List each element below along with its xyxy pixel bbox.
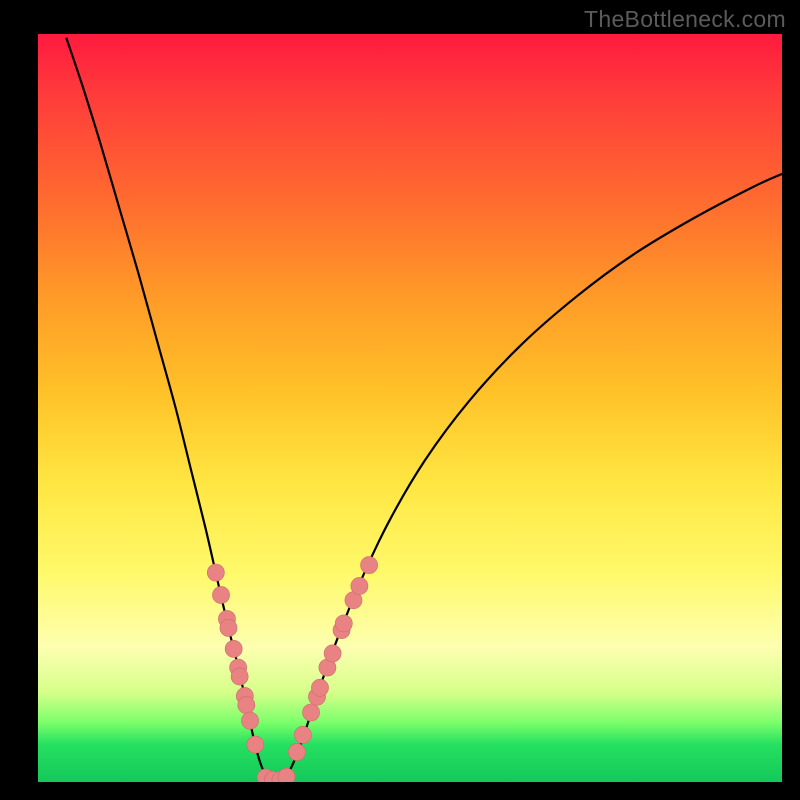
chart-stage: { "watermark": "TheBottleneck.com", "pan… (0, 0, 800, 800)
data-point-left (207, 564, 224, 581)
data-point-left (238, 696, 255, 713)
data-point-left (231, 668, 248, 685)
data-point-right (311, 679, 328, 696)
chart-svg (38, 34, 782, 782)
data-point-left (247, 736, 264, 753)
data-point-right (288, 744, 305, 761)
data-point-left (241, 712, 258, 729)
data-point-left (225, 640, 242, 657)
bottleneck-curve (66, 38, 782, 781)
data-point-right (324, 645, 341, 662)
data-point-left (212, 586, 229, 603)
data-point-right (294, 726, 311, 743)
watermark-label: TheBottleneck.com (584, 6, 786, 33)
data-point-right (351, 577, 368, 594)
data-point-right (361, 557, 378, 574)
data-point-bottom (278, 768, 295, 782)
data-point-right (335, 615, 352, 632)
data-point-right (302, 704, 319, 721)
data-point-left (220, 619, 237, 636)
